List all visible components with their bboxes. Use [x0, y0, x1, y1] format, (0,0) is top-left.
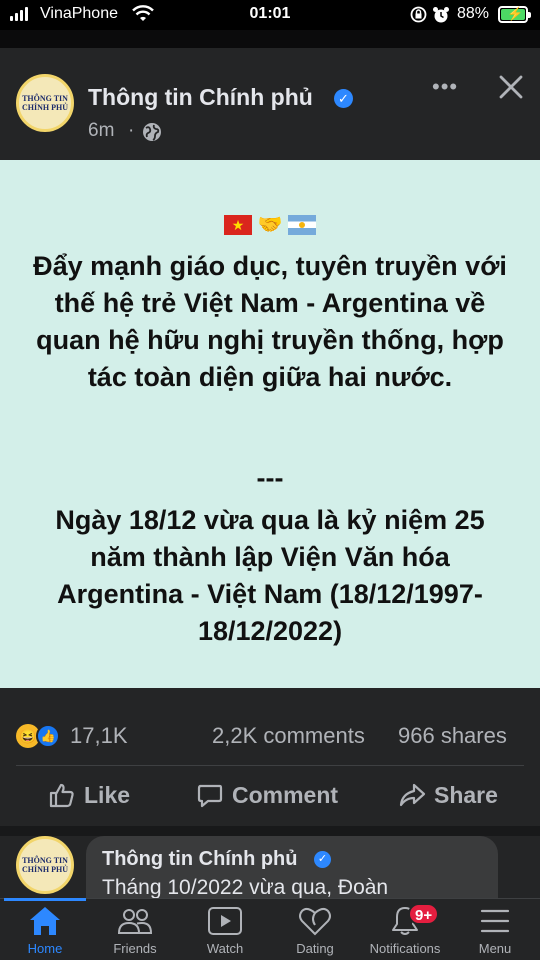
comment-label: Comment [232, 781, 339, 808]
nav-home[interactable]: Home [0, 898, 90, 960]
avatar-logo-text-1: THÔNG TIN [22, 94, 68, 103]
top-comment-preview[interactable]: THÔNG TIN CHÍNH PHỦ Thông tin Chính phủ … [0, 836, 540, 898]
globe-icon [143, 123, 161, 141]
argentina-flag-icon [288, 215, 316, 235]
battery-icon: ⚡ [498, 6, 531, 23]
handshake-icon: 🤝 [257, 214, 283, 236]
watch-icon [208, 907, 242, 935]
nav-menu-label: Menu [478, 941, 512, 956]
reaction-count[interactable]: 17,1K [70, 723, 128, 749]
shares-count[interactable]: 966 shares [398, 723, 507, 749]
alarm-icon [433, 7, 449, 23]
share-label: Share [434, 781, 498, 808]
like-reaction-icon: 👍 [36, 724, 60, 748]
verified-badge-icon: ✓ [314, 851, 331, 868]
avatar-logo-text-1: THÔNG TIN [22, 856, 68, 865]
nav-notifications-label: Notifications [369, 941, 441, 956]
post-actions: Like Comment Share [0, 766, 540, 826]
thumbs-up-icon [49, 783, 74, 808]
meta-separator: · [128, 120, 135, 141]
avatar-logo-text-2: CHÍNH PHỦ [22, 865, 68, 874]
comment-icon [197, 784, 223, 808]
comments-count[interactable]: 2,2K comments [212, 723, 365, 749]
verified-badge-icon: ✓ [334, 89, 353, 108]
like-button[interactable]: Like [48, 781, 130, 809]
home-icon [30, 907, 60, 935]
comment-button[interactable]: Comment [196, 781, 338, 809]
status-bar: VinaPhone 01:01 88% ⚡ [0, 0, 540, 30]
dating-icon [299, 907, 331, 936]
section-separator [0, 826, 540, 836]
post-headline: Đẩy mạnh giáo dục, tuyên truyền với thế … [33, 251, 507, 392]
page-name-link[interactable]: Thông tin Chính phủ [88, 84, 313, 111]
bottom-navigation: Home Friends Watch Dating 9+ Notificatio… [0, 898, 540, 960]
more-options-button[interactable]: ••• [432, 74, 458, 100]
post-timestamp[interactable]: 6m [88, 120, 114, 142]
rotation-lock-icon [410, 6, 427, 23]
avatar-logo-text-2: CHÍNH PHỦ [22, 103, 68, 112]
notification-badge: 9+ [408, 903, 440, 925]
feed-separator [0, 30, 540, 48]
post-divider: --- [256, 463, 284, 493]
nav-watch-label: Watch [206, 941, 244, 956]
nav-friends[interactable]: Friends [90, 899, 180, 960]
nav-home-label: Home [27, 941, 63, 956]
post-stats: 😆 👍 17,1K 2,2K comments 966 shares [0, 688, 540, 766]
emoji-row: ★ 🤝 [0, 215, 540, 235]
comment-bubble[interactable]: Thông tin Chính phủ ✓ Tháng 10/2022 vừa … [86, 836, 498, 898]
nav-dating-label: Dating [296, 941, 334, 956]
nav-notifications[interactable]: 9+ Notifications [360, 899, 450, 960]
post-header: THÔNG TIN CHÍNH PHỦ Thông tin Chính phủ … [0, 48, 540, 160]
vietnam-flag-icon: ★ [224, 215, 252, 235]
commenter-avatar[interactable]: THÔNG TIN CHÍNH PHỦ [16, 836, 74, 894]
nav-menu[interactable]: Menu [450, 899, 540, 960]
nav-watch[interactable]: Watch [180, 899, 270, 960]
friends-icon [117, 909, 153, 934]
page-avatar[interactable]: THÔNG TIN CHÍNH PHỦ [16, 74, 74, 132]
share-icon [399, 783, 426, 807]
reaction-icons[interactable]: 😆 👍 [16, 724, 64, 748]
menu-icon [480, 909, 510, 933]
share-button[interactable]: Share [398, 781, 498, 809]
post-content-card[interactable]: ★ 🤝 Đẩy mạnh giáo dục, tuyên truyền với … [0, 160, 540, 688]
comment-text: Tháng 10/2022 vừa qua, Đoàn [102, 876, 389, 898]
nav-dating[interactable]: Dating [270, 899, 360, 960]
nav-friends-label: Friends [113, 941, 157, 956]
commenter-name[interactable]: Thông tin Chính phủ [102, 848, 298, 871]
post-subtext: Ngày 18/12 vừa qua là kỷ niệm 25 năm thà… [55, 505, 485, 646]
like-label: Like [84, 781, 131, 808]
close-icon[interactable] [498, 74, 524, 100]
battery-percent: 88% [457, 5, 490, 22]
